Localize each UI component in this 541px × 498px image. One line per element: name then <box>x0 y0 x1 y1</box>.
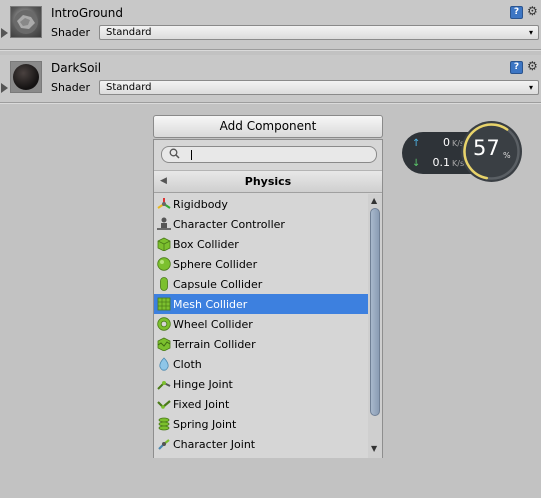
material-row-introground: IntroGround Shader Standard ▾ ? ⚙ <box>0 0 541 49</box>
fixed-joint-icon <box>157 397 171 411</box>
material-preview-darksoil <box>10 61 42 93</box>
list-item-label: Spring Joint <box>173 418 237 431</box>
category-title: Physics <box>244 175 292 188</box>
list-item-fixed-joint[interactable]: Fixed Joint <box>154 394 368 414</box>
help-icon[interactable]: ? <box>510 6 523 19</box>
list-item-label: Character Controller <box>173 218 285 231</box>
list-item-label: Hinge Joint <box>173 378 233 391</box>
chevron-down-icon: ▾ <box>528 28 533 37</box>
list-item-cloth[interactable]: Cloth <box>154 354 368 374</box>
download-value: 0.1 <box>432 156 451 169</box>
capsule-collider-icon <box>157 277 171 291</box>
list-item-label: Fixed Joint <box>173 398 230 411</box>
download-arrow-icon: ↓ <box>412 158 421 169</box>
list-item-label: Terrain Collider <box>173 338 256 351</box>
add-component-popup: ◀ Physics Rigidbody Character Controller… <box>153 139 383 458</box>
component-list: Rigidbody Character Controller Box Colli… <box>154 194 368 458</box>
list-item-label: Wheel Collider <box>173 318 253 331</box>
help-icon[interactable]: ? <box>510 61 523 74</box>
upload-arrow-icon: ↑ <box>412 138 421 149</box>
material-preview-introground <box>10 6 42 38</box>
list-item-rigidbody[interactable]: Rigidbody <box>154 194 368 214</box>
character-controller-icon <box>157 217 171 231</box>
list-item-label: Sphere Collider <box>173 258 258 271</box>
shader-label: Shader <box>51 81 90 94</box>
search-icon <box>169 148 180 162</box>
mesh-collider-icon <box>157 297 171 311</box>
shader-label: Shader <box>51 26 90 39</box>
text-cursor <box>191 150 192 160</box>
box-collider-icon <box>157 237 171 252</box>
usage-percent: 57 <box>473 136 500 160</box>
list-item-terrain-collider[interactable]: Terrain Collider <box>154 334 368 354</box>
sphere-collider-icon <box>157 257 171 271</box>
scroll-down-icon[interactable]: ▼ <box>371 444 377 453</box>
shader-dropdown[interactable]: Standard ▾ <box>99 80 539 95</box>
material-name: IntroGround <box>51 6 123 20</box>
divider <box>0 49 541 51</box>
list-item-hinge-joint[interactable]: Hinge Joint <box>154 374 368 394</box>
rock-texture-icon <box>14 10 38 34</box>
list-item-sphere-collider[interactable]: Sphere Collider <box>154 254 368 274</box>
upload-value: 0 <box>443 136 450 149</box>
list-item-label: Cloth <box>173 358 202 371</box>
list-item-label: Box Collider <box>173 238 239 251</box>
sphere-preview-icon <box>13 64 39 90</box>
terrain-collider-icon <box>157 337 171 352</box>
upload-rate: ↑ 0 K/s <box>412 136 464 149</box>
gear-icon[interactable]: ⚙ <box>527 60 538 73</box>
list-scrollbar[interactable]: ▲ ▼ <box>368 194 382 458</box>
add-component-button[interactable]: Add Component <box>153 115 383 138</box>
list-item-label: Mesh Collider <box>173 298 248 311</box>
list-item-character-joint[interactable]: Character Joint <box>154 434 368 454</box>
expand-arrow-icon[interactable] <box>1 28 8 38</box>
material-name: DarkSoil <box>51 61 102 75</box>
list-item-capsule-collider[interactable]: Capsule Collider <box>154 274 368 294</box>
expand-arrow-icon[interactable] <box>1 83 8 93</box>
list-item-label: Capsule Collider <box>173 278 263 291</box>
list-item-character-controller[interactable]: Character Controller <box>154 214 368 234</box>
search-field[interactable] <box>161 146 377 163</box>
material-row-darksoil: DarkSoil Shader Standard ▾ ? ⚙ <box>0 55 541 102</box>
rigidbody-icon <box>157 197 171 211</box>
list-item-box-collider[interactable]: Box Collider <box>154 234 368 254</box>
shader-dropdown[interactable]: Standard ▾ <box>99 25 539 40</box>
character-joint-icon <box>157 437 171 451</box>
divider <box>0 102 541 104</box>
spring-joint-icon <box>157 417 171 431</box>
list-item-label: Rigidbody <box>173 198 228 211</box>
wheel-collider-icon <box>157 317 171 331</box>
list-item-label: Character Joint <box>173 438 256 451</box>
list-item-spring-joint[interactable]: Spring Joint <box>154 414 368 434</box>
cloth-icon <box>157 357 171 371</box>
list-item-mesh-collider[interactable]: Mesh Collider <box>154 294 368 314</box>
list-item-wheel-collider[interactable]: Wheel Collider <box>154 314 368 334</box>
usage-percent-unit: % <box>503 151 511 160</box>
chevron-down-icon: ▾ <box>528 83 533 92</box>
hinge-joint-icon <box>157 377 171 391</box>
search-input[interactable] <box>183 148 368 161</box>
usage-gauge[interactable]: 57 % <box>461 121 522 182</box>
shader-dropdown-value: Standard <box>106 27 152 38</box>
gear-icon[interactable]: ⚙ <box>527 5 538 18</box>
category-header: ◀ Physics <box>154 170 382 193</box>
scrollbar-thumb[interactable] <box>370 208 380 416</box>
download-rate: ↓ 0.1 K/s <box>412 156 464 169</box>
shader-dropdown-value: Standard <box>106 82 152 93</box>
scroll-up-icon[interactable]: ▲ <box>371 196 377 205</box>
